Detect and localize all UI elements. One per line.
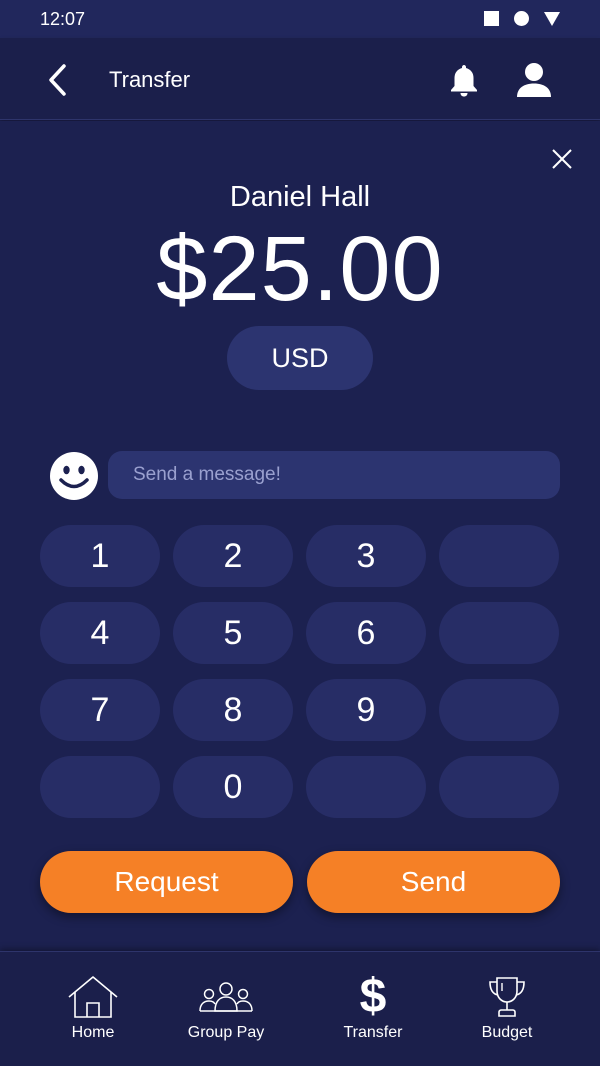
key-4[interactable]: 4 [40,602,160,664]
nav-item-budget[interactable]: Budget [447,972,567,1047]
message-input[interactable] [108,451,560,499]
chevron-left-icon [49,64,66,96]
app-bar: Transfer [0,38,600,120]
nav-label-transfer: Transfer [343,1024,403,1041]
transfer-panel: Daniel Hall $25.00 USD 1 2 3 4 5 6 7 8 9… [0,121,600,951]
dollar-icon: $ [313,972,433,1022]
smiley-icon [50,452,98,500]
key-2[interactable]: 2 [173,525,293,587]
nav-label-home: Home [71,1024,115,1041]
key-6[interactable]: 6 [306,602,426,664]
square-icon [484,11,499,26]
triangle-icon [544,11,560,26]
key-blank-3[interactable] [439,679,559,741]
key-blank-5[interactable] [306,756,426,818]
key-8[interactable]: 8 [173,679,293,741]
key-blank-6[interactable] [439,756,559,818]
send-button[interactable]: Send [307,851,560,913]
key-blank-1[interactable] [439,525,559,587]
key-9[interactable]: 9 [306,679,426,741]
key-5[interactable]: 5 [173,602,293,664]
request-button[interactable]: Request [40,851,293,913]
notifications-button[interactable] [444,60,484,100]
key-blank-4[interactable] [40,756,160,818]
bell-icon [451,65,477,97]
bottom-nav: Home Group Pay $ Transfer Budget [0,951,600,1066]
circle-icon [514,11,529,26]
nav-item-group-pay[interactable]: Group Pay [166,972,286,1047]
status-bar: 12:07 [0,0,600,38]
currency-selector[interactable]: USD [227,326,373,390]
profile-button[interactable] [512,60,556,100]
page-title: Transfer [109,67,191,92]
trophy-icon [447,972,567,1022]
nav-item-transfer[interactable]: $ Transfer [313,972,433,1047]
back-button[interactable] [38,60,78,100]
status-icons [484,11,560,26]
key-0[interactable]: 0 [173,756,293,818]
dollar-glyph: $ [359,970,387,1023]
key-7[interactable]: 7 [40,679,160,741]
close-button[interactable] [546,143,578,175]
amount-display: $25.00 [156,218,444,320]
recipient-name: Daniel Hall [229,181,371,213]
home-icon [33,972,153,1022]
emoji-button[interactable] [49,451,99,501]
close-icon [552,149,572,169]
keypad: 1 2 3 4 5 6 7 8 9 0 [40,525,560,818]
nav-label-group-pay: Group Pay [187,1024,265,1041]
key-1[interactable]: 1 [40,525,160,587]
status-time: 12:07 [40,9,86,29]
group-icon [166,972,286,1022]
nav-item-home[interactable]: Home [33,972,153,1047]
nav-label-budget: Budget [481,1024,533,1041]
key-3[interactable]: 3 [306,525,426,587]
key-blank-2[interactable] [439,602,559,664]
person-icon [517,63,551,97]
